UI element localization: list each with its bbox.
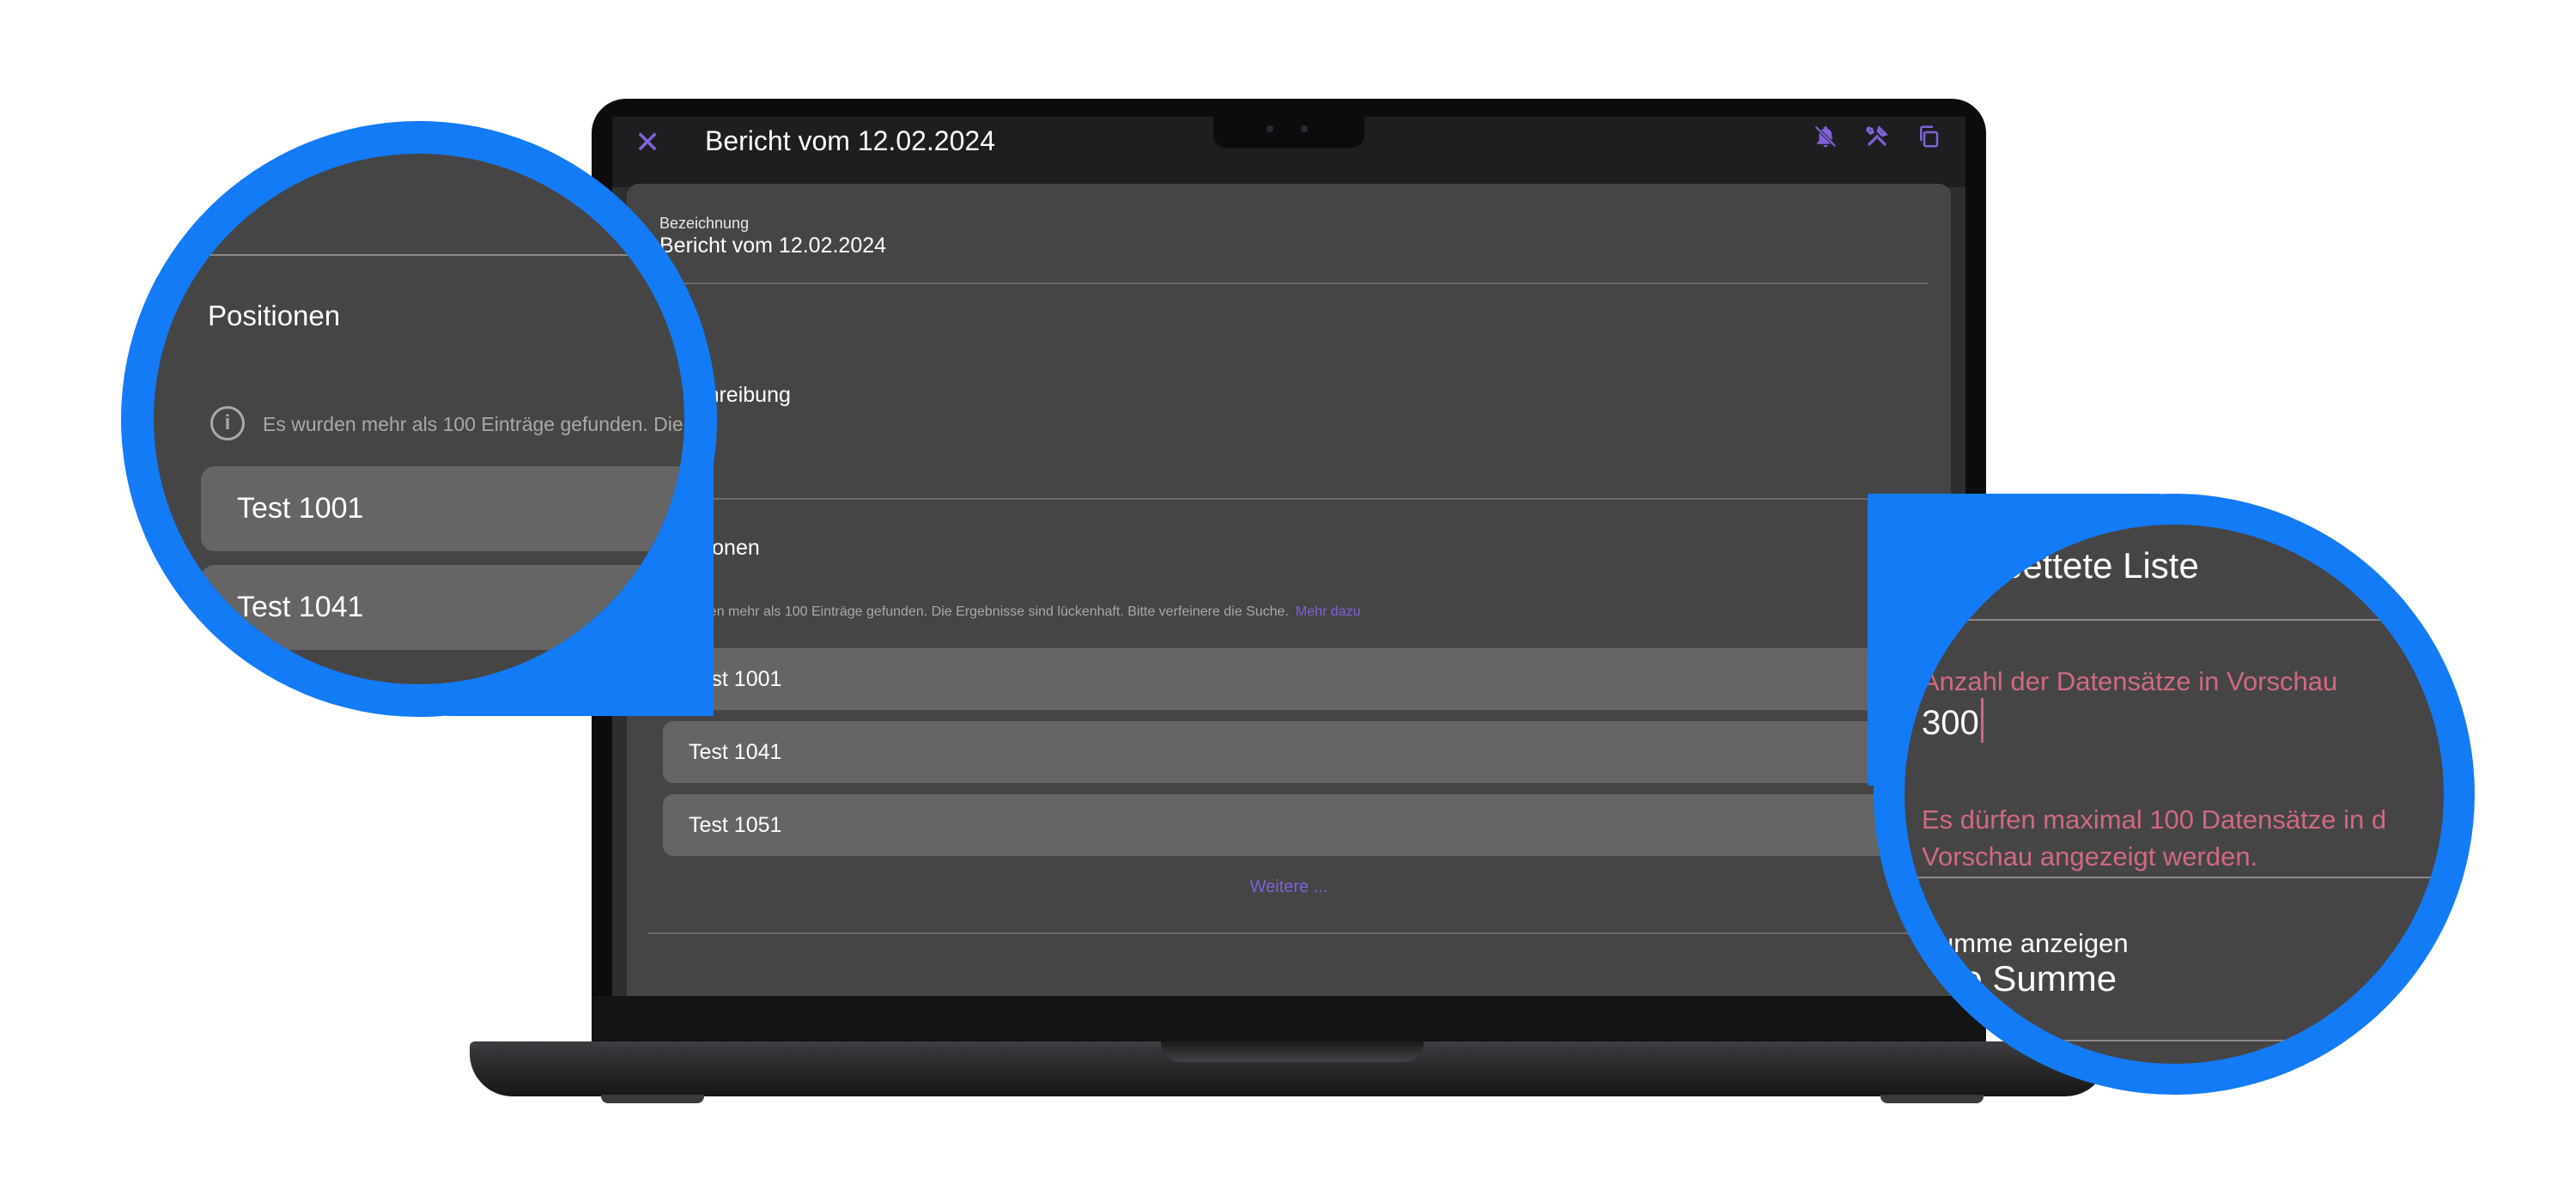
bezeichnung-field[interactable]: Bericht vom 12.02.2024 (659, 234, 886, 258)
tools-icon[interactable] (1864, 124, 1890, 155)
list-item-label: Test 1041 (689, 740, 782, 764)
info-message: Es wurden mehr als 100 Einträge gefunden… (659, 604, 1360, 620)
close-icon[interactable]: ✕ (635, 127, 660, 158)
preview-count-value: 300 (1922, 704, 1979, 742)
list-item[interactable]: Test 1041 (663, 721, 1951, 783)
list-item-label: Test 1001 (237, 492, 364, 525)
divider (1905, 619, 2444, 621)
laptop-chin (592, 996, 1986, 1043)
list-type-value[interactable]: bettete Liste (2002, 545, 2199, 586)
info-text: Es wurden mehr als 100 Einträge gefunden… (263, 413, 684, 435)
divider (648, 282, 1928, 284)
copy-icon[interactable] (1916, 124, 1941, 155)
bell-off-icon[interactable] (1813, 124, 1838, 155)
more-info-link[interactable]: Mehr dazu (1296, 604, 1361, 619)
bezeichnung-label: Bezeichnung (659, 215, 750, 232)
sum-value[interactable]: ne Summe (1942, 958, 2117, 999)
list-item-label: Test 1041 (237, 591, 364, 623)
sum-label: umme anzeigen (1939, 928, 2129, 958)
info-icon: i (210, 406, 245, 440)
error-message-line1: Es dürfen maximal 100 Datensätze in d (1922, 804, 2387, 835)
list-item[interactable]: Test 1001 (663, 648, 1951, 710)
page-title: Bericht vom 12.02.2024 (705, 125, 995, 156)
text-cursor (1980, 698, 1984, 743)
app-screen: ✕ Bericht vom 12.02.2024 Bezeichnung Ber… (612, 117, 1965, 996)
preview-count-label: Anzahl der Datensätze in Vorschau (1922, 666, 2338, 696)
error-message-line2: Vorschau angezeigt werden. (1922, 841, 2258, 871)
divider (154, 254, 684, 256)
positionen-title: Positionen (208, 300, 341, 331)
load-more-link[interactable]: Weitere ... (627, 877, 1951, 897)
magnifier-positions: Positionen i Es wurden mehr als 100 Eint… (154, 154, 684, 684)
divider (648, 498, 1928, 500)
laptop-foot (1880, 1095, 1984, 1103)
list-item[interactable]: Test 1001 (201, 466, 684, 551)
magnifier-settings: ung bettete Liste Anzahl der Datensätze … (1905, 525, 2444, 1064)
laptop-foot (601, 1095, 704, 1103)
list-item[interactable]: Test 1041 (201, 565, 684, 650)
divider (1905, 1040, 2444, 1041)
info-text: Es wurden mehr als 100 Einträge gefunden… (659, 604, 1289, 619)
list-item[interactable]: Test 1051 (663, 794, 1951, 856)
report-form-card: Bezeichnung Bericht vom 12.02.2024 Besch… (627, 184, 1951, 996)
divider (648, 932, 1928, 934)
camera-notch (1213, 117, 1364, 148)
preview-count-input[interactable]: 300 (1922, 698, 1984, 743)
divider (1905, 877, 2444, 878)
list-item-label: Test 1051 (689, 813, 782, 837)
laptop-opening-groove (1161, 1041, 1424, 1062)
